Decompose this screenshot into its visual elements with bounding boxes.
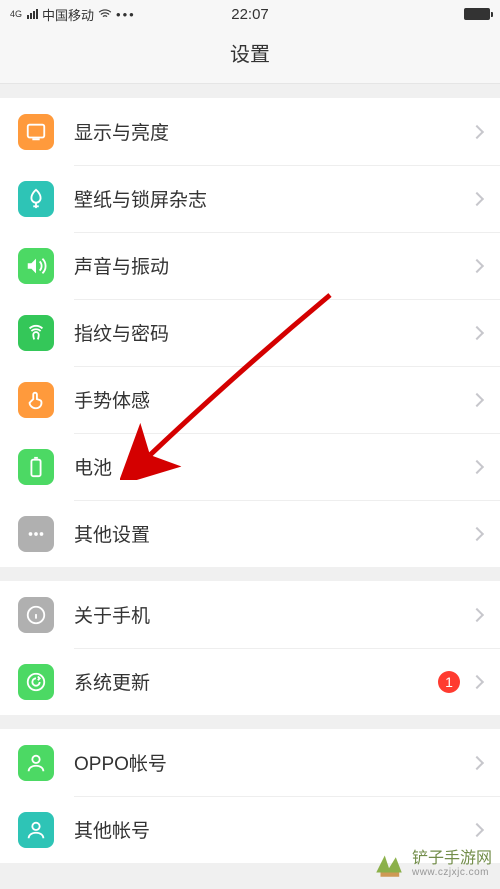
settings-group-2: 关于手机 系统更新 1 [0, 581, 500, 715]
row-battery[interactable]: 电池 [0, 433, 500, 500]
fingerprint-icon [18, 315, 54, 351]
section-gap [0, 84, 500, 98]
status-right [464, 8, 490, 20]
row-update[interactable]: 系统更新 1 [0, 648, 500, 715]
row-display[interactable]: 显示与亮度 [0, 98, 500, 165]
account-icon [18, 745, 54, 781]
row-label: 声音与振动 [74, 252, 472, 279]
clock: 22:07 [231, 6, 269, 23]
row-about[interactable]: 关于手机 [0, 581, 500, 648]
status-bar: 4G 中国移动 ••• 22:07 [0, 0, 500, 28]
chevron-right-icon [470, 755, 484, 769]
more-icon: ••• [116, 7, 136, 22]
about-icon [18, 597, 54, 633]
signal-icon [27, 9, 38, 19]
section-gap [0, 715, 500, 729]
battery-row-icon [18, 449, 54, 485]
row-gesture[interactable]: 手势体感 [0, 366, 500, 433]
chevron-right-icon [470, 459, 484, 473]
chevron-right-icon [470, 392, 484, 406]
wallpaper-icon [18, 181, 54, 217]
watermark: 铲子手游网 www.czjxjc.com [372, 847, 492, 881]
other-accounts-icon [18, 812, 54, 848]
row-label: 其他帐号 [74, 816, 472, 843]
chevron-right-icon [470, 325, 484, 339]
chevron-right-icon [470, 607, 484, 621]
display-icon [18, 114, 54, 150]
chevron-right-icon [470, 191, 484, 205]
row-label: 其他设置 [74, 520, 472, 547]
update-icon [18, 664, 54, 700]
status-left: 4G 中国移动 ••• [10, 5, 136, 24]
row-label: 显示与亮度 [74, 118, 472, 145]
update-badge: 1 [438, 671, 460, 693]
row-label: 指纹与密码 [74, 319, 472, 346]
chevron-right-icon [470, 258, 484, 272]
carrier-label: 中国移动 [42, 5, 94, 24]
row-label: 手势体感 [74, 386, 472, 413]
chevron-right-icon [470, 822, 484, 836]
gesture-icon [18, 382, 54, 418]
row-wallpaper[interactable]: 壁纸与锁屏杂志 [0, 165, 500, 232]
page-title: 设置 [0, 28, 500, 84]
chevron-right-icon [470, 124, 484, 138]
battery-icon [464, 8, 490, 20]
network-type: 4G [10, 9, 22, 19]
watermark-url: www.czjxjc.com [412, 867, 492, 878]
row-other[interactable]: 其他设置 [0, 500, 500, 567]
watermark-name: 铲子手游网 [412, 850, 492, 867]
watermark-logo-icon [372, 847, 406, 881]
chevron-right-icon [470, 526, 484, 540]
row-label: 壁纸与锁屏杂志 [74, 185, 472, 212]
wifi-icon [98, 7, 112, 21]
row-fingerprint[interactable]: 指纹与密码 [0, 299, 500, 366]
settings-group-1: 显示与亮度 壁纸与锁屏杂志 声音与振动 指纹与密码 手势体感 电池 其他设置 [0, 98, 500, 567]
row-label: 系统更新 [74, 668, 438, 695]
section-gap [0, 567, 500, 581]
settings-group-3: OPPO帐号 其他帐号 [0, 729, 500, 863]
row-sound[interactable]: 声音与振动 [0, 232, 500, 299]
row-oppo-account[interactable]: OPPO帐号 [0, 729, 500, 796]
chevron-right-icon [470, 674, 484, 688]
sound-icon [18, 248, 54, 284]
row-label: OPPO帐号 [74, 749, 472, 776]
row-label: 关于手机 [74, 601, 472, 628]
other-icon [18, 516, 54, 552]
row-label: 电池 [74, 453, 472, 480]
